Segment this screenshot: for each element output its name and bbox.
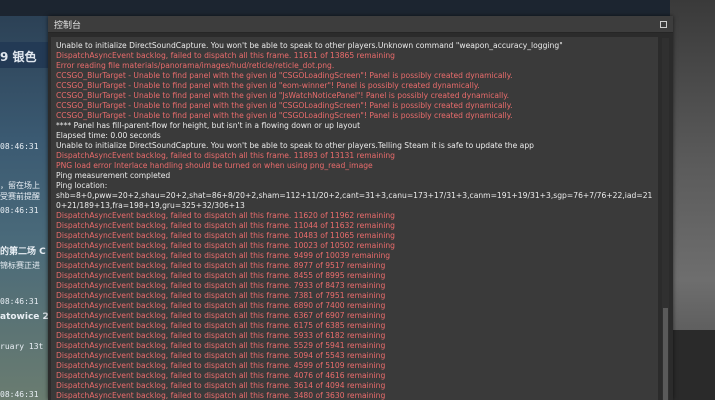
console-line: DispatchAsyncEvent backlog, failed to di… — [56, 281, 386, 290]
console-line: DispatchAsyncEvent backlog, failed to di… — [56, 51, 395, 60]
console-line: CCSGO_BlurTarget - Unable to find panel … — [56, 91, 510, 100]
console-line: Elapsed time: 0.00 seconds — [56, 131, 161, 140]
console-line: DispatchAsyncEvent backlog, failed to di… — [56, 301, 386, 310]
scrollbar-thumb[interactable] — [663, 308, 668, 400]
console-line: DispatchAsyncEvent backlog, failed to di… — [56, 251, 391, 260]
console-line: PNG load error Interlace handling should… — [56, 161, 373, 170]
console-line: DispatchAsyncEvent backlog, failed to di… — [56, 381, 386, 390]
bg-text-10: 08:46:31 — [0, 390, 39, 399]
console-line: CCSGO_BlurTarget - Unable to find panel … — [56, 81, 480, 90]
console-line: Ping measurement completed — [56, 171, 171, 180]
console-line: DispatchAsyncEvent backlog, failed to di… — [56, 371, 386, 380]
bg-text-4: 08:46:31 — [0, 206, 39, 215]
console-line: CCSGO_BlurTarget - Unable to find panel … — [56, 111, 513, 120]
console-line: Ping location: — [56, 181, 108, 190]
console-line: DispatchAsyncEvent backlog, failed to di… — [56, 151, 395, 160]
bg-text-3: 受赛前提醒 — [0, 192, 40, 201]
bg-right-shadow — [670, 330, 715, 400]
console-titlebar[interactable]: 控制台 — [48, 16, 673, 33]
console-line: **** Panel has fill-parent-flow for heig… — [56, 121, 361, 130]
bg-text-2: ，留在场上 — [0, 181, 40, 190]
bg-text-9: ruary 13t — [0, 342, 44, 351]
console-line: CCSGO_BlurTarget - Unable to find panel … — [56, 71, 513, 80]
console-line: shb=8+0,pww=20+2,shau=20+2,shat=86+8/20+… — [56, 191, 653, 210]
console-line: DispatchAsyncEvent backlog, failed to di… — [56, 291, 386, 300]
console-line: Error reading file materials/panorama/im… — [56, 61, 335, 70]
console-title: 控制台 — [54, 20, 82, 31]
console-line: DispatchAsyncEvent backlog, failed to di… — [56, 261, 386, 270]
bg-text-7: 08:46:31 — [0, 297, 39, 306]
console-line: DispatchAsyncEvent backlog, failed to di… — [56, 351, 386, 360]
bg-text-6: 锦标赛正进 — [0, 261, 40, 270]
console-line: DispatchAsyncEvent backlog, failed to di… — [56, 241, 395, 250]
rank-badge: 9 银色 — [0, 42, 52, 68]
console-line: Unable to initialize DirectSoundCapture.… — [56, 141, 534, 150]
console-line: DispatchAsyncEvent backlog, failed to di… — [56, 231, 395, 240]
console-line: DispatchAsyncEvent backlog, failed to di… — [56, 361, 386, 370]
log-scrollbar[interactable] — [662, 38, 669, 400]
console-line: DispatchAsyncEvent backlog, failed to di… — [56, 271, 386, 280]
console-line: DispatchAsyncEvent backlog, failed to di… — [56, 221, 395, 230]
console-log[interactable]: Unable to initialize DirectSoundCapture.… — [51, 37, 658, 400]
console-line: DispatchAsyncEvent backlog, failed to di… — [56, 331, 386, 340]
top-bar — [0, 0, 715, 16]
maximize-icon[interactable] — [660, 20, 667, 28]
console-window[interactable]: 控制台 Unable to initialize DirectSoundCapt… — [48, 16, 673, 400]
bg-text-5[interactable]: 的第二场 C — [0, 244, 46, 257]
console-line: DispatchAsyncEvent backlog, failed to di… — [56, 311, 386, 320]
console-line: DispatchAsyncEvent backlog, failed to di… — [56, 321, 386, 330]
bg-text-1: 08:46:31 — [0, 142, 39, 151]
console-line: DispatchAsyncEvent backlog, failed to di… — [56, 391, 386, 400]
console-line: DispatchAsyncEvent backlog, failed to di… — [56, 211, 395, 220]
console-line: CCSGO_BlurTarget - Unable to find panel … — [56, 101, 513, 110]
bg-text-8[interactable]: atowice 2 — [0, 312, 49, 322]
console-line: DispatchAsyncEvent backlog, failed to di… — [56, 341, 386, 350]
console-line: Unable to initialize DirectSoundCapture.… — [56, 41, 563, 50]
